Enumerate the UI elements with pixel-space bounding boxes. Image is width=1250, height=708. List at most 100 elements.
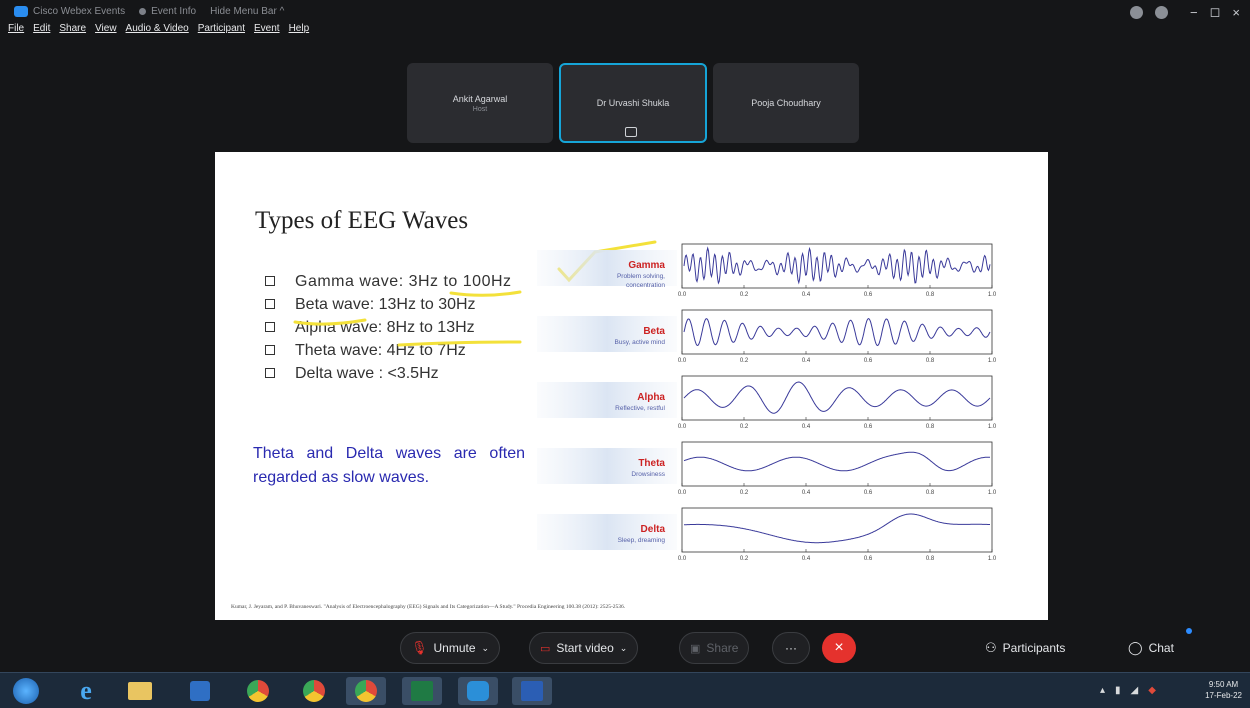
unmute-label: Unmute [433, 641, 476, 655]
menu-share[interactable]: Share [59, 23, 86, 34]
taskbar-clock[interactable]: 9:50 AM 17-Feb-22 [1205, 679, 1242, 701]
menu-event[interactable]: Event [254, 23, 280, 34]
menu-edit[interactable]: Edit [33, 23, 50, 34]
file-explorer-taskbar-icon[interactable] [120, 677, 160, 705]
clock-time: 9:50 AM [1208, 680, 1239, 689]
chat-button[interactable]: ◯ Chat [1128, 640, 1174, 656]
x-axis-tick-label: 0.2 [740, 490, 749, 496]
more-options-button[interactable]: ··· [772, 632, 810, 664]
x-axis-tick-label: 0.6 [864, 424, 873, 430]
settings-icon[interactable] [1130, 5, 1144, 19]
close-button[interactable]: × [1232, 5, 1240, 20]
eeg-waves-figure: Gamma Problem solving, concentration 0.0 0.2… [537, 243, 997, 562]
x-axis-tick-label: 1.0 [988, 490, 997, 496]
network-icon[interactable]: ▮ [1115, 685, 1121, 696]
help-icon[interactable] [1155, 5, 1169, 19]
wave-description-label: Reflective, restful [615, 405, 665, 412]
chrome-icon [247, 680, 269, 702]
x-axis-tick-label: 0.2 [740, 358, 749, 364]
x-axis-tick-label: 0.2 [740, 424, 749, 430]
clock-date: 17-Feb-22 [1205, 691, 1242, 700]
wave-description-label: Sleep, dreaming [618, 537, 666, 544]
notification-icon[interactable]: ◆ [1148, 685, 1156, 696]
webex-icon [467, 681, 489, 701]
minimize-button[interactable]: − [1190, 5, 1198, 20]
info-icon [139, 7, 147, 15]
participant-tile[interactable]: Pooja Choudhary [713, 63, 859, 143]
webex-taskbar-icon[interactable] [458, 677, 498, 705]
share-button[interactable]: ▣ Share [679, 632, 750, 664]
wave-description-label: Problem solving, [617, 273, 665, 280]
event-info-button[interactable]: Event Info [139, 6, 196, 17]
wave-name-label: Alpha [637, 392, 665, 403]
participants-label: Participants [1002, 641, 1066, 655]
media-player-icon [190, 681, 210, 701]
eeg-waveform-line [683, 451, 990, 472]
word-taskbar-icon[interactable] [512, 677, 552, 705]
leave-meeting-button[interactable]: × [822, 633, 856, 663]
wave-name-label: Delta [641, 524, 666, 535]
x-axis-tick-label: 0.2 [740, 292, 749, 298]
chevron-down-icon[interactable]: ⌄ [482, 643, 490, 654]
excel-taskbar-icon[interactable] [402, 677, 442, 705]
participants-button[interactable]: ⚇ Participants [985, 640, 1065, 656]
share-screen-icon: ▣ [690, 642, 701, 655]
x-axis-tick-label: 0.8 [926, 556, 935, 562]
unmute-button[interactable]: 🎙 Unmute ⌄ [400, 632, 501, 664]
wave-description-label: Busy, active mind [615, 339, 666, 346]
x-axis-tick-label: 0.4 [802, 358, 811, 364]
menu-bar: File Edit Share View Audio & Video Parti… [8, 23, 309, 34]
x-axis-tick-label: 0.6 [864, 556, 873, 562]
participant-tile[interactable]: Ankit Agarwal Host [407, 63, 553, 143]
menu-file[interactable]: File [8, 23, 24, 34]
eeg-waveform-line [683, 381, 991, 414]
volume-icon[interactable]: ◢ [1131, 685, 1139, 696]
wave-name-label: Beta [643, 326, 665, 337]
x-axis-tick-label: 0.4 [802, 424, 811, 430]
x-axis-tick-label: 0.2 [740, 556, 749, 562]
x-axis-tick-label: 0.4 [802, 292, 811, 298]
word-icon [521, 681, 543, 701]
wave-plot-frame [681, 441, 993, 487]
restore-button[interactable]: ◻ [1210, 4, 1221, 20]
menu-help[interactable]: Help [289, 23, 310, 34]
event-info-label: Event Info [151, 5, 197, 17]
chrome-icon [355, 680, 377, 702]
app-name: Cisco Webex Events [33, 5, 126, 17]
ie-icon: e [80, 676, 92, 705]
wave-name-label: Gamma [628, 260, 665, 271]
wave-plot-frame [681, 507, 993, 553]
eeg-waveform-line [683, 513, 990, 544]
microphone-muted-icon: 🎙 [411, 640, 428, 655]
more-icon: ··· [785, 641, 797, 655]
eeg-waveform-line [683, 246, 991, 285]
internet-explorer-taskbar-icon[interactable]: e [66, 676, 106, 705]
chevron-down-icon[interactable]: ⌄ [620, 643, 628, 654]
x-axis-tick-label: 0.8 [926, 490, 935, 496]
menu-audio-video[interactable]: Audio & Video [126, 23, 189, 34]
tray-expand-icon[interactable]: ▴ [1100, 685, 1105, 696]
participant-tiles: Ankit Agarwal Host Dr Urvashi Shukla Poo… [407, 63, 859, 143]
start-button[interactable] [6, 677, 46, 705]
chrome-taskbar-icon-3[interactable] [346, 677, 386, 705]
x-axis-tick-label: 0.0 [678, 556, 687, 562]
chrome-taskbar-icon-2[interactable] [294, 677, 334, 705]
start-video-button[interactable]: ▭ Start video ⌄ [529, 632, 639, 664]
x-axis-tick-label: 0.6 [864, 358, 873, 364]
participant-name: Ankit Agarwal [452, 93, 508, 104]
start-video-label: Start video [556, 641, 614, 655]
windows-taskbar: e ▴ ▮ ◢ ◆ 9:50 AM 17-Feb-22 [0, 672, 1250, 708]
media-player-taskbar-icon[interactable] [180, 677, 220, 705]
hide-menu-bar-button[interactable]: Hide Menu Bar ^ [210, 6, 284, 17]
participant-tile-active-speaker[interactable]: Dr Urvashi Shukla [559, 63, 707, 143]
x-axis-tick-label: 0.0 [678, 424, 687, 430]
menu-participant[interactable]: Participant [198, 23, 245, 34]
chrome-taskbar-icon[interactable] [238, 677, 278, 705]
system-tray: ▴ ▮ ◢ ◆ [1100, 685, 1156, 696]
hide-menu-label: Hide Menu Bar ^ [210, 5, 285, 17]
close-icon: × [834, 639, 844, 656]
sharing-icon [625, 127, 637, 137]
x-axis-tick-label: 0.0 [678, 292, 687, 298]
menu-view[interactable]: View [95, 23, 117, 34]
x-axis-tick-label: 1.0 [988, 292, 997, 298]
